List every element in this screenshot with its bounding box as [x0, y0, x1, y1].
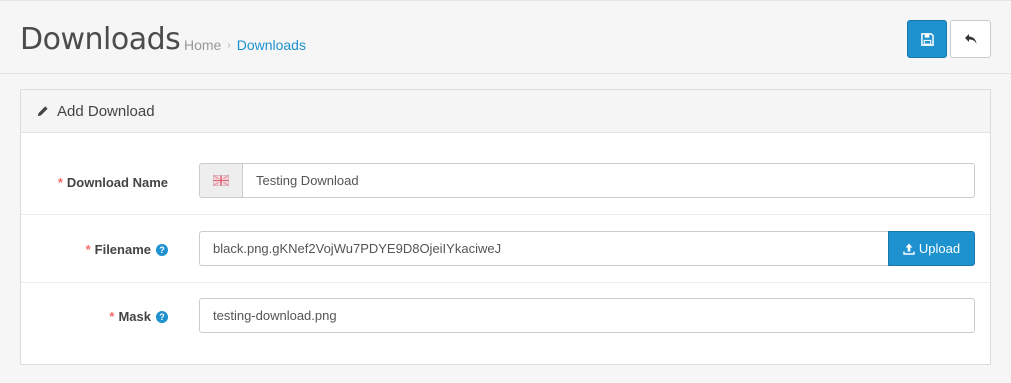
upload-icon [903, 243, 915, 255]
mask-input[interactable]: testing-download.png [199, 298, 975, 333]
breadcrumb: Home › Downloads [184, 37, 306, 53]
upload-button-label: Upload [918, 241, 961, 256]
help-icon[interactable]: ? [156, 243, 168, 256]
page-header: Downloads Home › Downloads [0, 0, 1011, 74]
breadcrumb-separator: › [227, 39, 231, 51]
breadcrumb-downloads[interactable]: Downloads [237, 37, 306, 53]
upload-button[interactable]: Upload [888, 231, 975, 266]
back-button[interactable] [950, 20, 991, 58]
help-icon[interactable]: ? [156, 310, 168, 323]
panel-heading: Add Download [21, 90, 990, 133]
form-row-download-name: * Download Name Testing Download [21, 133, 990, 215]
filename-label-text: Filename [94, 242, 151, 257]
floppy-disk-icon [920, 32, 934, 46]
required-marker: * [85, 242, 91, 257]
form-row-filename: * Filename ? black.png.gKNef2VojWu7PDYE9… [21, 215, 990, 283]
add-download-panel: Add Download * Download Name Testing Dow… [20, 89, 991, 365]
filename-input-group: black.png.gKNef2VojWu7PDYE9D8OjeiIYkaciw… [199, 231, 975, 266]
required-marker: * [109, 309, 115, 324]
download-name-label-text: Download Name [66, 175, 168, 190]
filename-label: * Filename ? [86, 242, 168, 257]
page-title: Downloads [20, 22, 181, 57]
download-name-input-group: Testing Download [199, 163, 975, 198]
pencil-icon [37, 105, 48, 116]
filename-input[interactable]: black.png.gKNef2VojWu7PDYE9D8OjeiIYkaciw… [199, 231, 888, 266]
language-addon [199, 163, 242, 198]
download-name-input[interactable]: Testing Download [242, 163, 975, 198]
form-row-mask: * Mask ? testing-download.png [21, 283, 990, 365]
breadcrumb-home[interactable]: Home [184, 37, 221, 53]
required-marker: * [57, 175, 63, 190]
download-name-label: * Download Name [58, 175, 168, 190]
uk-flag-icon [213, 175, 229, 186]
panel-title: Add Download [57, 102, 155, 120]
mask-input-group: testing-download.png [199, 298, 975, 333]
reply-icon [964, 34, 976, 44]
mask-label-text: Mask [118, 309, 151, 324]
mask-label: * Mask ? [109, 309, 168, 324]
save-button[interactable] [907, 20, 947, 58]
